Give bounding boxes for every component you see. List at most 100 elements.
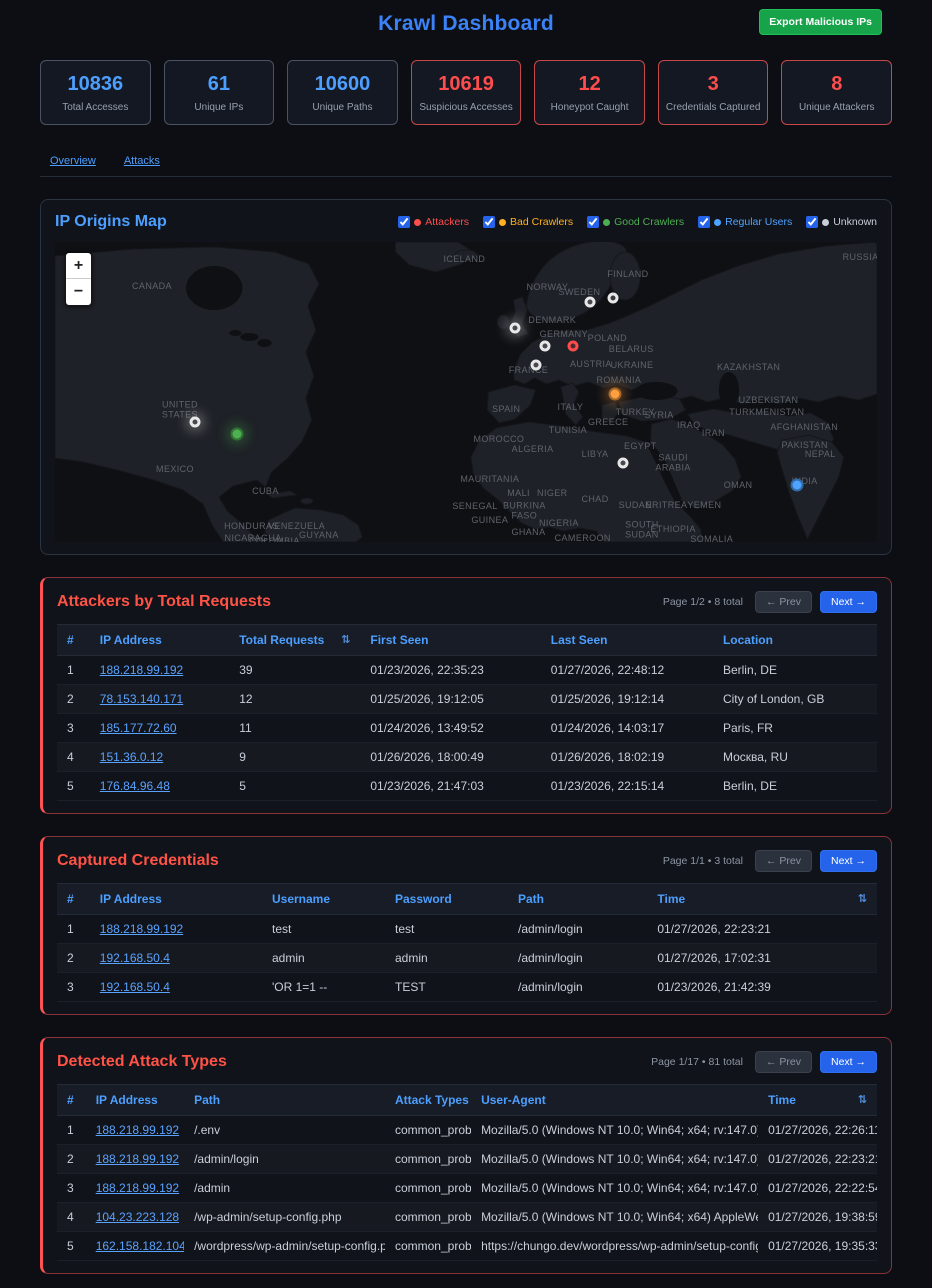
stat-card-suspicious-accesses: 10619Suspicious Accesses (411, 60, 522, 125)
stat-label: Honeypot Caught (539, 102, 640, 113)
next-page-button[interactable]: Next → (820, 591, 877, 613)
cell-total-requests: 39 (229, 656, 360, 685)
cell-path: /admin (184, 1174, 385, 1203)
cell-location: Paris, FR (713, 714, 877, 743)
world-map-svg (55, 242, 877, 542)
legend-label: Unknown (833, 216, 877, 228)
map-marker-icon[interactable] (567, 340, 578, 351)
legend-item-good-crawlers[interactable]: Good Crawlers (587, 216, 684, 228)
legend-item-bad-crawlers[interactable]: Bad Crawlers (483, 216, 573, 228)
ip-address-link[interactable]: 188.218.99.192 (100, 663, 183, 677)
ip-address-link[interactable]: 192.168.50.4 (100, 980, 170, 994)
stat-value: 8 (786, 73, 887, 96)
sort-icon[interactable]: ⇅ (341, 633, 350, 646)
stat-card-unique-paths: 10600Unique Paths (287, 60, 398, 125)
cell-location: City of London, GB (713, 685, 877, 714)
ip-address-link[interactable]: 188.218.99.192 (96, 1152, 179, 1166)
map-legend: Attackers Bad Crawlers Good Crawlers Regula… (398, 216, 877, 228)
cell-ip-address: 104.23.223.128 (86, 1203, 184, 1232)
legend-checkbox-regular-users[interactable] (698, 216, 710, 228)
cell-last-seen: 01/23/2026, 22:15:14 (541, 772, 713, 801)
header: Krawl Dashboard Export Malicious IPs (0, 0, 932, 48)
cell-total-requests: 12 (229, 685, 360, 714)
column-header-time[interactable]: Time⇅ (758, 1085, 877, 1116)
attackers-panel-title: Attackers by Total Requests (57, 593, 271, 611)
tab-overview[interactable]: Overview (50, 155, 96, 167)
ip-address-link[interactable]: 192.168.50.4 (100, 951, 170, 965)
map-marker-icon[interactable] (608, 387, 621, 400)
table-header-row: #IP AddressUsernamePasswordPathTime⇅ (57, 884, 877, 915)
legend-item-attackers[interactable]: Attackers (398, 216, 469, 228)
legend-checkbox-good-crawlers[interactable] (587, 216, 599, 228)
map-marker-icon[interactable] (791, 479, 804, 492)
page-info: Page 1/2 • 8 total (663, 596, 743, 608)
zoom-out-button[interactable]: − (66, 279, 91, 305)
prev-page-button[interactable]: ← Prev (755, 591, 812, 613)
legend-item-regular-users[interactable]: Regular Users (698, 216, 792, 228)
column-header-time[interactable]: Time⇅ (647, 884, 877, 915)
ip-address-link[interactable]: 188.218.99.192 (100, 922, 183, 936)
cell-first-seen: 01/25/2026, 19:12:05 (360, 685, 540, 714)
stat-card-unique-attackers: 8Unique Attackers (781, 60, 892, 125)
attackers-pager: Page 1/2 • 8 total ← Prev Next → (663, 591, 877, 613)
cell-user-agent: https://chungo.dev/wordpress/wp-admin/se… (471, 1232, 758, 1261)
ip-address-link[interactable]: 104.23.223.128 (96, 1210, 179, 1224)
sort-icon[interactable]: ⇅ (858, 892, 867, 905)
prev-page-button[interactable]: ← Prev (755, 1051, 812, 1073)
map-marker-icon[interactable] (189, 417, 200, 428)
cell-last-seen: 01/25/2026, 19:12:14 (541, 685, 713, 714)
cell-time: 01/27/2026, 19:35:33 (758, 1232, 877, 1261)
legend-item-unknown[interactable]: Unknown (806, 216, 877, 228)
map-marker-icon[interactable] (618, 457, 629, 468)
export-malicious-ips-button[interactable]: Export Malicious IPs (759, 9, 882, 35)
map-marker-icon[interactable] (539, 340, 550, 351)
column-header-username: Username (262, 884, 385, 915)
column-header-total-requests[interactable]: Total Requests⇅ (229, 625, 360, 656)
ip-address-link[interactable]: 188.218.99.192 (96, 1181, 179, 1195)
legend-label: Bad Crawlers (510, 216, 573, 228)
column-header-ip-address: IP Address (86, 1085, 184, 1116)
zoom-in-button[interactable]: + (66, 253, 91, 279)
attackers-panel: Attackers by Total Requests Page 1/2 • 8… (40, 577, 892, 814)
cell-num: 1 (57, 1116, 86, 1145)
cell-num: 5 (57, 772, 90, 801)
ip-address-link[interactable]: 176.84.96.48 (100, 779, 170, 793)
cell-last-seen: 01/26/2026, 18:02:19 (541, 743, 713, 772)
attack-types-panel-title: Detected Attack Types (57, 1053, 227, 1071)
map-marker-icon[interactable] (608, 292, 619, 303)
cell-total-requests: 5 (229, 772, 360, 801)
world-map[interactable]: ICELANDCANADARUSSIANORWAYSWEDENFINLANDUN… (55, 242, 877, 542)
cell-last-seen: 01/27/2026, 22:48:12 (541, 656, 713, 685)
attack-types-panel: Detected Attack Types Page 1/17 • 81 tot… (40, 1037, 892, 1274)
ip-address-link[interactable]: 185.177.72.60 (100, 721, 177, 735)
cell-attack-types: common_probes (385, 1174, 471, 1203)
sort-icon[interactable]: ⇅ (858, 1093, 867, 1106)
prev-page-button[interactable]: ← Prev (755, 850, 812, 872)
cell-time: 01/27/2026, 22:26:11 (758, 1116, 877, 1145)
map-marker-icon[interactable] (231, 428, 244, 441)
map-marker-icon[interactable] (585, 297, 596, 308)
legend-checkbox-attackers[interactable] (398, 216, 410, 228)
ip-address-link[interactable]: 188.218.99.192 (96, 1123, 179, 1137)
stat-value: 10836 (45, 73, 146, 96)
credentials-pager: Page 1/1 • 3 total ← Prev Next → (663, 850, 877, 872)
column-header-attack-types: Attack Types (385, 1085, 471, 1116)
ip-address-link[interactable]: 78.153.140.171 (100, 692, 183, 706)
stat-label: Unique Paths (292, 102, 393, 113)
cell-ip-address: 176.84.96.48 (90, 772, 229, 801)
cell-total-requests: 11 (229, 714, 360, 743)
ip-address-link[interactable]: 151.36.0.12 (100, 750, 163, 764)
next-page-button[interactable]: Next → (820, 850, 877, 872)
cell-ip-address: 188.218.99.192 (90, 656, 229, 685)
legend-dot-icon (822, 219, 829, 226)
tab-attacks[interactable]: Attacks (124, 155, 160, 167)
cell-num: 1 (57, 656, 90, 685)
legend-checkbox-bad-crawlers[interactable] (483, 216, 495, 228)
cell-username: admin (262, 944, 385, 973)
map-marker-icon[interactable] (510, 322, 521, 333)
ip-address-link[interactable]: 162.158.182.104 (96, 1239, 184, 1253)
cell-path: /admin/login (508, 915, 647, 944)
legend-checkbox-unknown[interactable] (806, 216, 818, 228)
map-marker-icon[interactable] (530, 360, 541, 371)
next-page-button[interactable]: Next → (820, 1051, 877, 1073)
